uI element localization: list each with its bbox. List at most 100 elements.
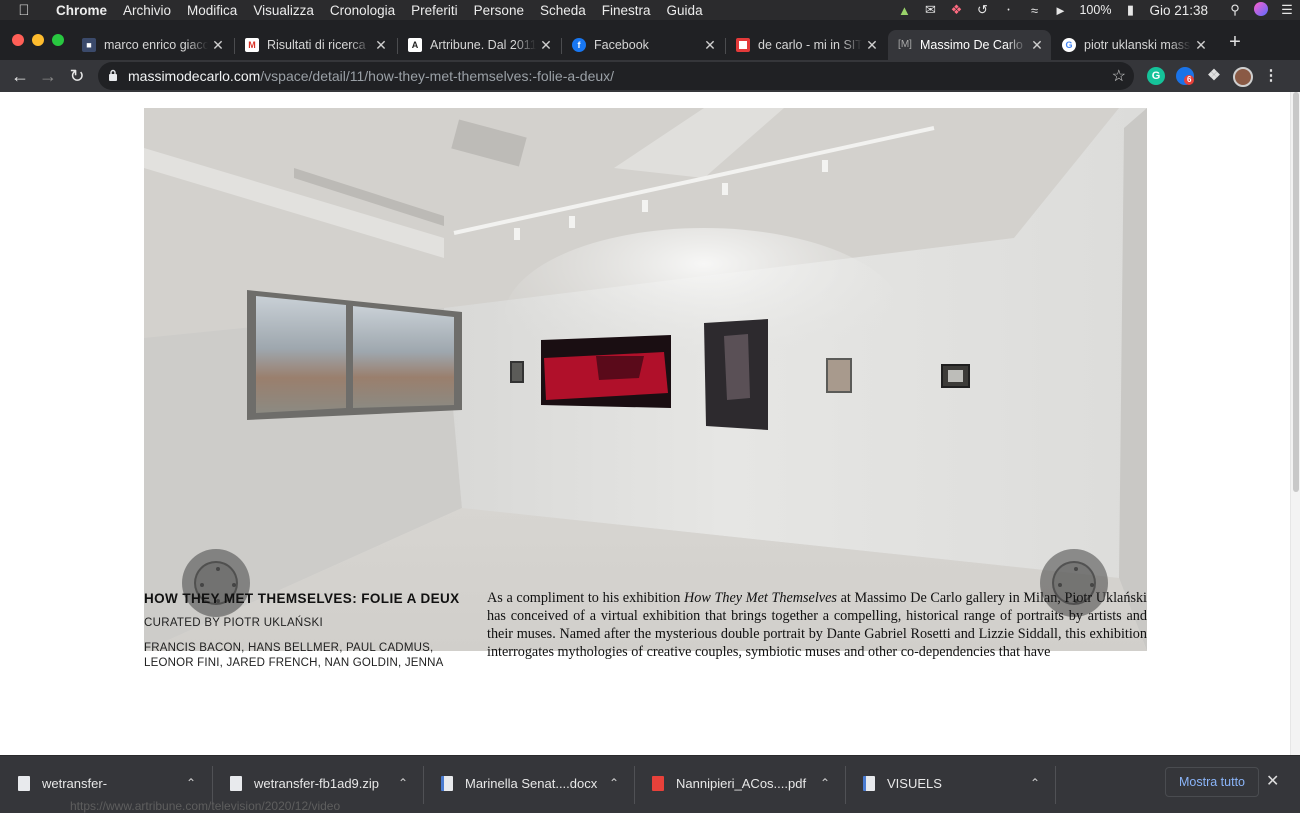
description-part: As a compliment to his exhibition: [487, 590, 685, 606]
menu-cronologia[interactable]: Cronologia: [322, 3, 403, 18]
menu-archivio[interactable]: Archivio: [115, 3, 179, 18]
lock-icon: [109, 69, 117, 81]
tab-0[interactable]: ■ marco enrico giacomelli ✕: [72, 30, 232, 60]
file-icon: [230, 775, 242, 791]
battery-icon: ▮: [1126, 2, 1135, 17]
tab-close-icon[interactable]: ✕: [1191, 37, 1211, 54]
menu-visualizza[interactable]: Visualizza: [245, 3, 322, 18]
artwork-small-mid[interactable]: [826, 358, 852, 393]
tab-close-icon[interactable]: ✕: [536, 37, 556, 54]
exhibition-curator: CURATED BY PIOTR UKLAŃSKI: [144, 617, 323, 629]
scrollbar-thumb[interactable]: [1293, 92, 1299, 492]
extension-badge-icon[interactable]: 6: [1176, 67, 1195, 85]
close-window-button[interactable]: [12, 34, 24, 46]
menubar-clock[interactable]: Gio 21:38: [1143, 3, 1222, 18]
exhibition-description: As a compliment to his exhibition How Th…: [487, 589, 1147, 661]
artwork-small-left[interactable]: [510, 361, 524, 383]
chevron-up-icon[interactable]: ⌃: [1030, 776, 1040, 790]
tab-title: Facebook: [594, 38, 649, 52]
tab-title: Artribune. Dal 2011 A: [430, 38, 536, 52]
menu-guida[interactable]: Guida: [659, 3, 711, 18]
url-path: /vspace/detail/11/how-they-met-themselve…: [260, 68, 615, 84]
back-button[interactable]: ←: [8, 64, 32, 88]
navigation-arrow-dot: [232, 583, 236, 587]
new-tab-button[interactable]: +: [1224, 32, 1246, 54]
download-item[interactable]: wetransfer- ⌃: [0, 764, 212, 802]
tab-title: de carlo - mi in SITO: [758, 38, 862, 52]
download-item[interactable]: VISUELS ⌃: [845, 764, 1055, 802]
page-scrollbar[interactable]: [1290, 92, 1300, 755]
dropbox-status-icon[interactable]: ❖: [943, 2, 969, 18]
menu-modifica[interactable]: Modifica: [179, 3, 245, 18]
virtual-gallery-viewer[interactable]: [144, 108, 1147, 651]
tab-4[interactable]: de carlo - mi in SITO ✕: [726, 30, 886, 60]
navigation-arrow-dot: [216, 567, 220, 571]
bookmark-star-icon[interactable]: ☆: [1112, 66, 1126, 86]
download-item[interactable]: Nannipieri_ACos....pdf ⌃: [634, 764, 845, 802]
tab-title: Risultati di ricerca - m: [267, 38, 371, 52]
menu-preferiti[interactable]: Preferiti: [403, 3, 466, 18]
spotlight-search-icon[interactable]: ⚲: [1222, 2, 1248, 18]
tab-strip: ■ marco enrico giacomelli ✕ M Risultati …: [0, 20, 1300, 60]
notification-center-icon[interactable]: ☰: [1274, 2, 1300, 18]
chevron-up-icon[interactable]: ⌃: [609, 776, 619, 790]
tab-close-icon[interactable]: ✕: [700, 37, 720, 54]
file-icon: [18, 775, 30, 791]
tab-2[interactable]: A Artribune. Dal 2011 A ✕: [398, 30, 560, 60]
tab-close-icon[interactable]: ✕: [1027, 37, 1047, 54]
bluetooth-icon[interactable]: ᛫: [995, 3, 1021, 18]
tab-close-icon[interactable]: ✕: [862, 37, 882, 54]
tab-close-icon[interactable]: ✕: [208, 37, 228, 54]
battery-status[interactable]: 100%: [1073, 3, 1117, 17]
artribune-icon: ■: [82, 38, 96, 52]
extension-badge-count: 6: [1184, 75, 1195, 85]
tab-title: piotr uklanski massimo: [1084, 38, 1191, 52]
apple-menu-icon[interactable]: : [0, 2, 48, 19]
status-url-text: https://www.artribune.com/television/202…: [70, 799, 341, 813]
macos-menubar:  Chrome Archivio Modifica Visualizza Cr…: [0, 0, 1300, 20]
tab-6[interactable]: G piotr uklanski massimo ✕: [1052, 30, 1215, 60]
show-all-downloads-button[interactable]: Mostra tutto: [1165, 767, 1259, 797]
minimize-window-button[interactable]: [32, 34, 44, 46]
mdc-icon: [M]: [898, 38, 912, 52]
profile-avatar[interactable]: [1233, 67, 1253, 87]
gmail-status-icon[interactable]: ✉: [917, 2, 943, 18]
download-name: wetransfer-: [42, 775, 108, 791]
close-shelf-icon[interactable]: ✕: [1266, 771, 1279, 791]
menu-scheda[interactable]: Scheda: [532, 3, 594, 18]
download-name: wetransfer-fb1ad9.zip: [254, 775, 380, 791]
address-bar[interactable]: massimodecarlo.com/vspace/detail/11/how-…: [98, 62, 1134, 90]
pdf-file-icon: [652, 775, 664, 791]
facebook-icon: f: [572, 38, 586, 52]
exhibition-title: HOW THEY MET THEMSELVES: FOLIE A DEUX: [144, 591, 460, 606]
forward-button[interactable]: →: [36, 64, 60, 88]
volume-icon[interactable]: ►: [1047, 3, 1073, 18]
download-item[interactable]: wetransfer-fb1ad9.zip ⌃: [212, 764, 423, 802]
tab-close-icon[interactable]: ✕: [371, 37, 391, 54]
chevron-up-icon[interactable]: ⌃: [820, 776, 830, 790]
menu-persone[interactable]: Persone: [466, 3, 532, 18]
download-item[interactable]: Marinella Senat....docx ⌃: [423, 764, 634, 802]
extensions-puzzle-icon[interactable]: ❖: [1205, 67, 1223, 85]
tab-5-active[interactable]: [M] Massimo De Carlo ✕: [888, 30, 1051, 60]
time-machine-icon[interactable]: ↺: [969, 2, 995, 18]
chevron-up-icon[interactable]: ⌃: [186, 776, 196, 790]
grammarly-extension-icon[interactable]: G: [1147, 67, 1165, 85]
tab-title: marco enrico giacomelli: [104, 38, 208, 52]
menu-finestra[interactable]: Finestra: [594, 3, 659, 18]
chrome-menu-icon[interactable]: ⋮: [1262, 67, 1280, 85]
wifi-icon[interactable]: ≈: [1021, 3, 1047, 18]
left-navigation-pad[interactable]: [182, 549, 250, 617]
maximize-window-button[interactable]: [52, 34, 64, 46]
url-text[interactable]: massimodecarlo.com/vspace/detail/11/how-…: [128, 68, 614, 84]
reload-button[interactable]: ↻: [65, 64, 89, 88]
tab-3[interactable]: f Facebook ✕: [562, 30, 724, 60]
siri-icon[interactable]: [1248, 1, 1274, 19]
status-tray-icon[interactable]: ▲: [891, 3, 917, 18]
tab-1[interactable]: M Risultati di ricerca - m ✕: [235, 30, 395, 60]
chevron-up-icon[interactable]: ⌃: [398, 776, 408, 790]
url-domain: massimodecarlo.com: [128, 68, 261, 84]
tab-title: Massimo De Carlo: [920, 38, 1023, 52]
navigation-arrow-dot: [200, 583, 204, 587]
menu-app-chrome[interactable]: Chrome: [48, 3, 115, 18]
